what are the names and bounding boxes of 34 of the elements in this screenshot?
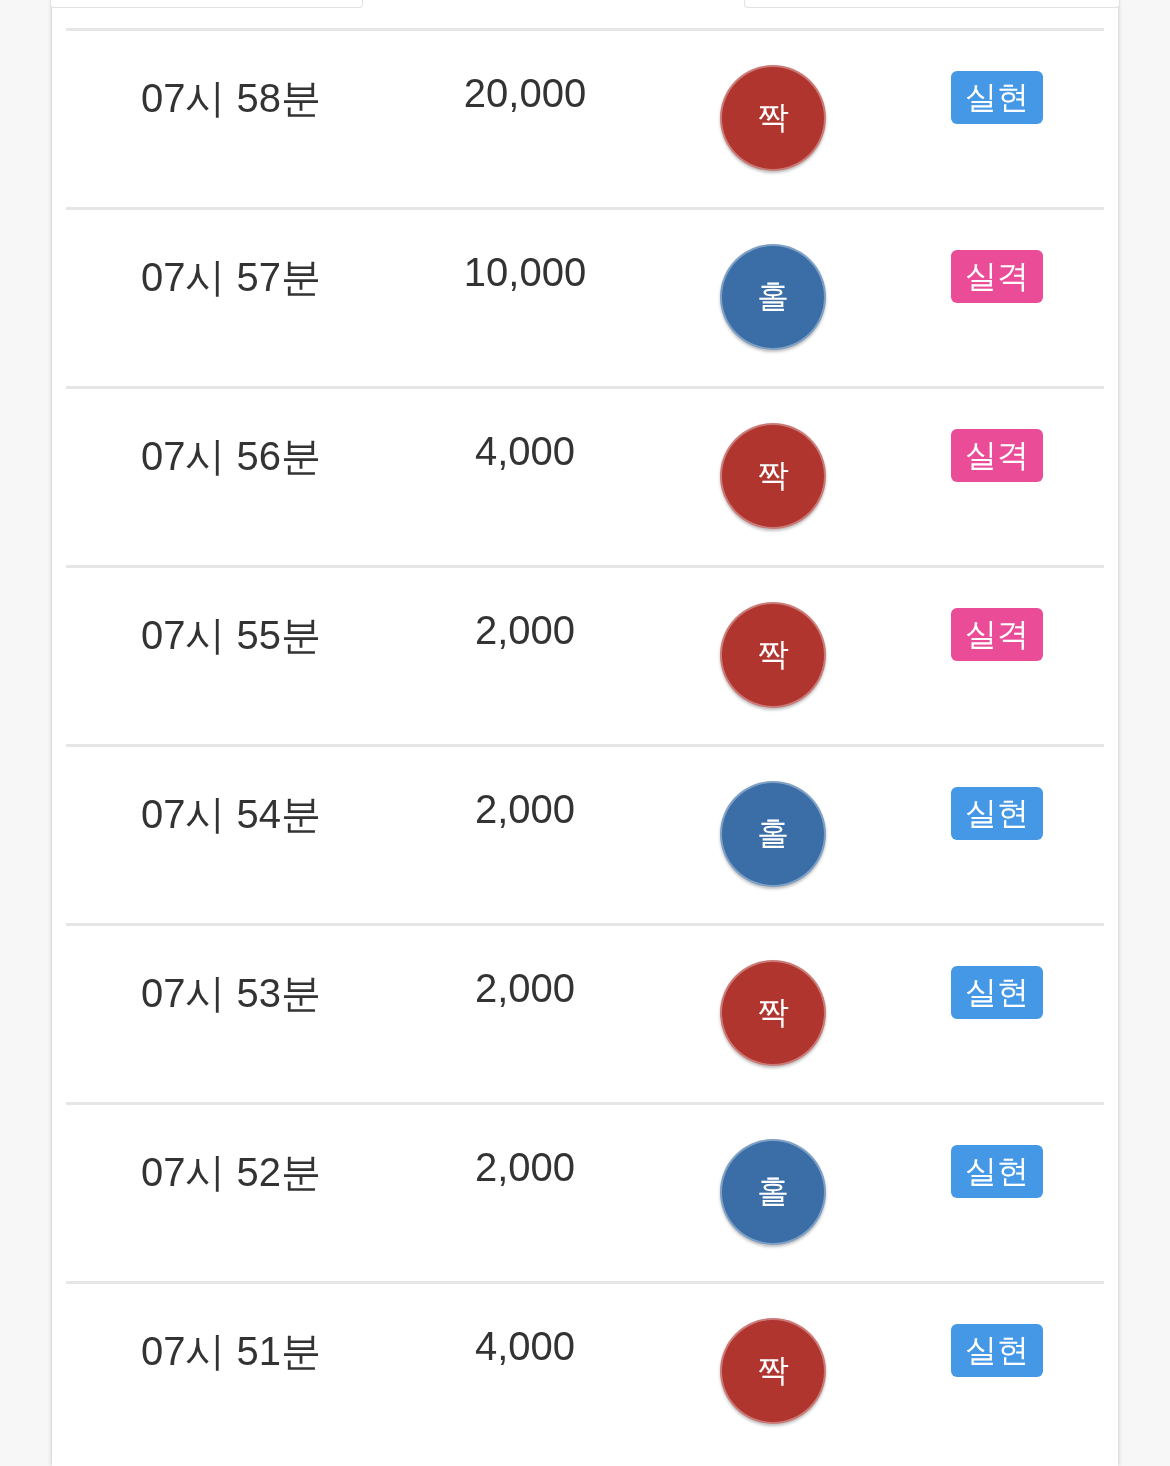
- result-badge: 실현: [951, 1145, 1043, 1198]
- amount-text: 20,000: [463, 71, 587, 116]
- time-text: 07시 57분: [141, 254, 322, 301]
- result-badge: 실현: [951, 966, 1043, 1019]
- time-text: 07시 55분: [141, 612, 322, 659]
- pick-chip: 짝: [720, 602, 826, 708]
- amount-text: 2,000: [474, 608, 576, 653]
- pick-chip: 짝: [720, 1318, 826, 1424]
- time-text: 07시 56분: [141, 433, 322, 480]
- result-badge: 실격: [951, 429, 1043, 482]
- result-badge: 실현: [951, 71, 1043, 124]
- time-text: 07시 54분: [141, 791, 322, 838]
- tab-edge[interactable]: [744, 0, 1120, 8]
- result-badge: 실현: [951, 787, 1043, 840]
- result-badge: 실격: [951, 250, 1043, 303]
- pick-chip: 짝: [720, 65, 826, 171]
- time-text: 07시 51분: [141, 1328, 322, 1375]
- result-badge: 실현: [951, 1324, 1043, 1377]
- pick-chip: 홀: [720, 1139, 826, 1245]
- time-text: 07시 52분: [141, 1149, 322, 1196]
- amount-text: 2,000: [474, 787, 576, 832]
- amount-text: 2,000: [474, 1145, 576, 1190]
- amount-text: 10,000: [463, 250, 587, 295]
- amount-text: 4,000: [474, 429, 576, 474]
- amount-text: 2,000: [474, 966, 576, 1011]
- amount-text: 4,000: [474, 1324, 576, 1369]
- result-badge: 실격: [951, 608, 1043, 661]
- pick-chip: 홀: [720, 244, 826, 350]
- pick-chip: 짝: [720, 423, 826, 529]
- time-text: 07시 53분: [141, 970, 322, 1017]
- pick-chip: 짝: [720, 960, 826, 1066]
- tab-edge[interactable]: [50, 0, 363, 8]
- time-text: 07시 58분: [141, 75, 322, 122]
- pick-chip: 홀: [720, 781, 826, 887]
